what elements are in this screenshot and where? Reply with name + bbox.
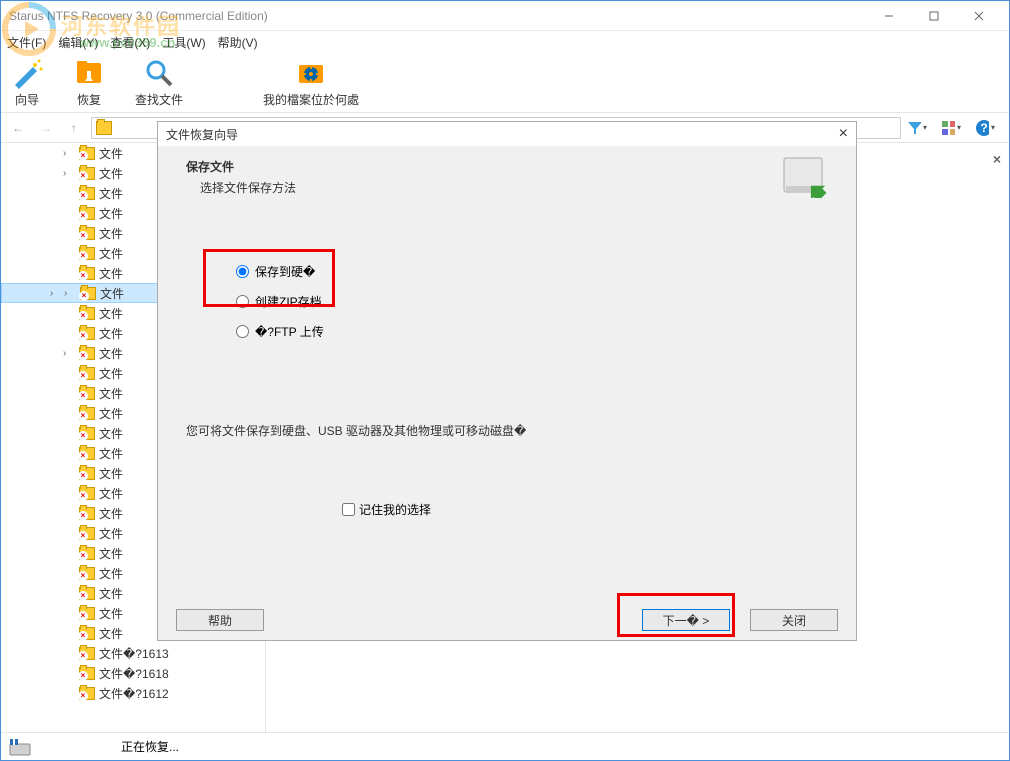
filter-icon[interactable]: ▾: [907, 118, 927, 138]
dialog-footer: 帮助 下一� > 关闭: [158, 600, 856, 640]
radio-ftp-input[interactable]: [236, 325, 249, 338]
toolbar-find-label: 查找文件: [135, 91, 183, 108]
hdd-icon: [782, 156, 830, 198]
remember-choice[interactable]: 记住我的选择: [342, 501, 431, 518]
location-icon: [295, 57, 327, 89]
toolbar-find[interactable]: 查找文件: [135, 57, 183, 108]
status-text: 正在恢复...: [121, 738, 179, 755]
toolbar-where[interactable]: 我的檔案位於何處: [263, 57, 359, 108]
nav-forward: →: [35, 117, 57, 139]
nav-up[interactable]: ↑: [63, 117, 85, 139]
help-icon[interactable]: ?▾: [975, 118, 995, 138]
toolbar-recover-label: 恢复: [77, 91, 101, 108]
help-button[interactable]: 帮助: [176, 609, 264, 631]
dialog-subheading: 选择文件保存方法: [200, 179, 828, 196]
menu-edit[interactable]: 编辑(Y): [58, 34, 98, 51]
menubar: 文件(F) 编辑(Y) 查看(X) 工具(W) 帮助(V): [1, 31, 1009, 53]
radio-ftp-label: �?FTP 上传: [255, 323, 324, 340]
minimize-button[interactable]: [866, 5, 911, 27]
highlight-radio: [203, 249, 335, 307]
nav-back[interactable]: ←: [7, 117, 29, 139]
dialog-titlebar: 文件恢复向导 ×: [158, 122, 856, 146]
drive-icon: [9, 738, 31, 756]
remember-label: 记住我的选择: [359, 501, 431, 518]
tree-item[interactable]: ×文件�?1612: [1, 683, 265, 703]
highlight-next: [617, 593, 735, 637]
toolbar: 向导 恢复 查找文件 我的檔案位於何處: [1, 53, 1009, 113]
view-icon[interactable]: ▾: [941, 118, 961, 138]
folder-icon: [96, 121, 112, 135]
svg-text:?: ?: [980, 121, 987, 135]
close-button[interactable]: 关闭: [750, 609, 838, 631]
window-title: Starus NTFS Recovery 3.0 (Commercial Edi…: [9, 9, 866, 23]
recover-icon: [73, 57, 105, 89]
wand-icon: [11, 57, 43, 89]
maximize-button[interactable]: [911, 5, 956, 27]
dialog-description: 您可将文件保存到硬盘、USB 驱动器及其他物理或可移动磁盘�: [186, 422, 526, 439]
recovery-wizard-dialog: 文件恢复向导 × 保存文件 选择文件保存方法 保存到硬� 创建ZIP存档 �?F…: [157, 121, 857, 641]
dialog-close-icon[interactable]: ×: [839, 125, 848, 143]
window-titlebar: Starus NTFS Recovery 3.0 (Commercial Edi…: [1, 1, 1009, 31]
tree-item[interactable]: ×文件�?1613: [1, 643, 265, 663]
statusbar: 正在恢复...: [1, 732, 1009, 760]
search-icon: [143, 57, 175, 89]
menu-view[interactable]: 查看(X): [110, 34, 150, 51]
toolbar-wizard-label: 向导: [15, 91, 39, 108]
close-button[interactable]: [956, 5, 1001, 27]
remember-checkbox[interactable]: [342, 503, 355, 516]
panel-close-icon[interactable]: ×: [993, 151, 1001, 167]
dialog-title: 文件恢复向导: [166, 126, 839, 143]
tree-item[interactable]: ×文件�?1618: [1, 663, 265, 683]
toolbar-where-label: 我的檔案位於何處: [263, 91, 359, 108]
menu-tools[interactable]: 工具(W): [162, 34, 205, 51]
toolbar-wizard[interactable]: 向导: [11, 57, 43, 108]
dialog-heading: 保存文件: [186, 158, 828, 175]
radio-ftp-upload[interactable]: �?FTP 上传: [236, 316, 828, 346]
menu-help[interactable]: 帮助(V): [218, 34, 258, 51]
menu-file[interactable]: 文件(F): [7, 34, 46, 51]
toolbar-recover[interactable]: 恢复: [73, 57, 105, 108]
